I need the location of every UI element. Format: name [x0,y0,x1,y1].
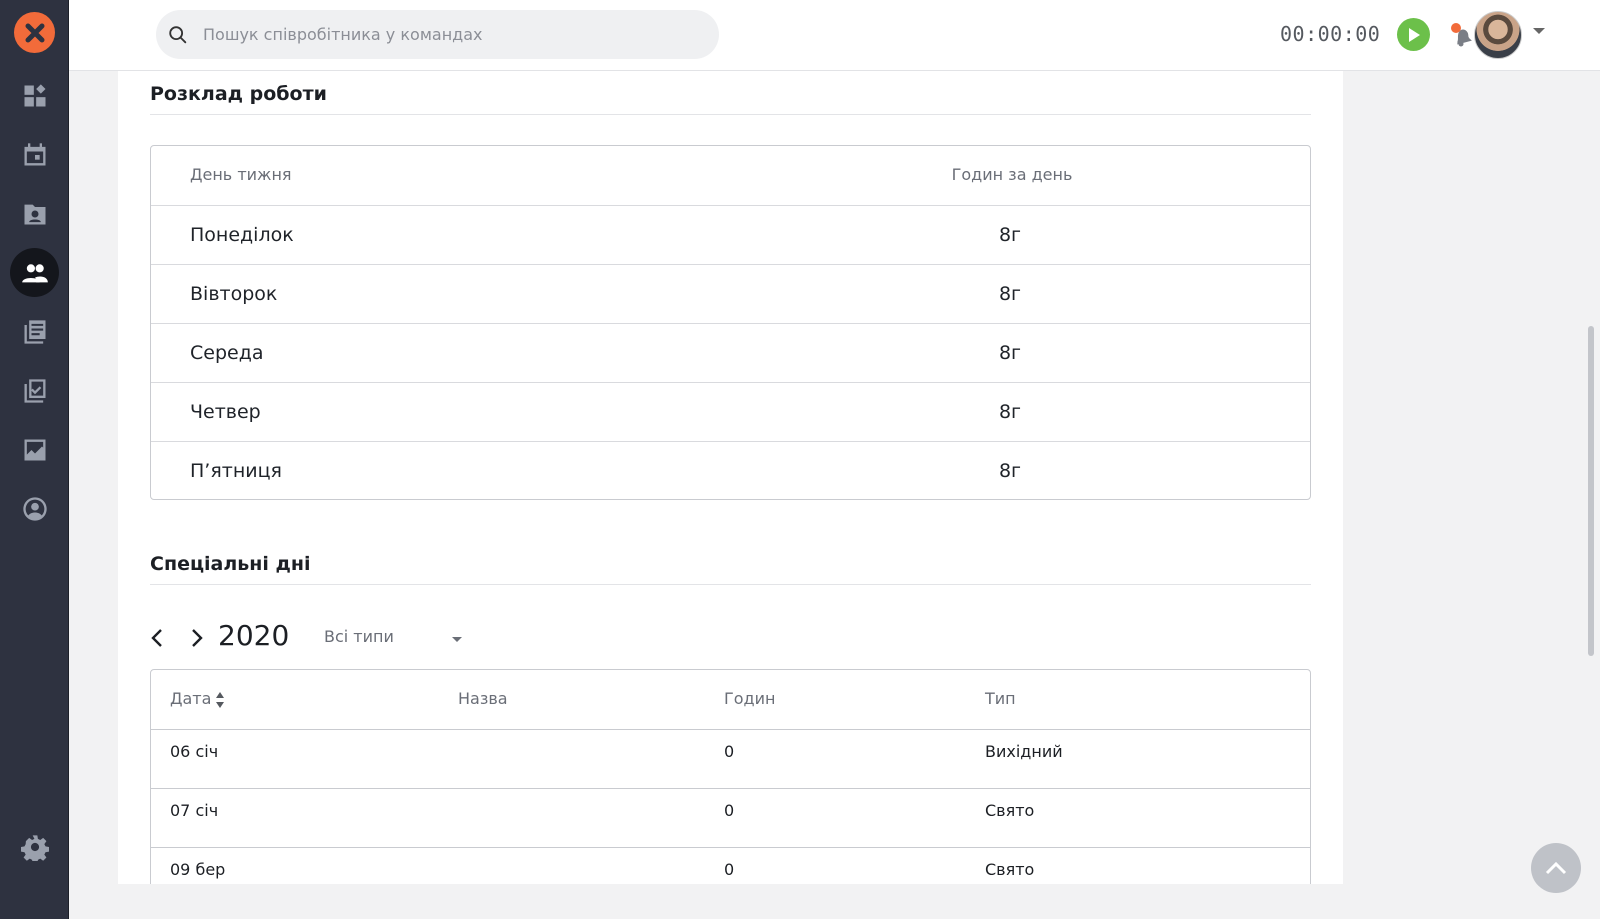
special-days-table: Дата Назва Годин Тип 06 січ 0 Вихідний 0… [150,669,1311,884]
date-cell: 09 бер [170,860,226,879]
settings-icon[interactable] [10,822,59,871]
schedule-table: День тижня Годин за день Понеділок 8г Ві… [150,145,1311,500]
back-to-top-button[interactable] [1531,843,1581,893]
hours-cell: 0 [724,801,735,820]
column-header-name: Назва [458,689,508,708]
hours-cell: 0 [724,860,735,879]
schedule-title: Розклад роботи [150,83,327,105]
search-icon [169,25,187,43]
dashboard-icon[interactable] [10,71,59,120]
day-cell: П’ятниця [190,460,282,482]
table-row: Четвер 8г [151,382,1310,441]
chevron-up-icon [1545,861,1567,875]
search-input[interactable] [203,25,683,44]
chevron-left-icon[interactable] [146,623,168,653]
column-header-hours: Годин за день [951,165,1073,184]
bell-icon[interactable] [1447,20,1477,50]
timer-display: 00:00:00 [1280,22,1381,46]
chevron-down-icon[interactable] [1533,28,1545,34]
table-header: День тижня Годин за день [151,146,1310,205]
calendar-icon[interactable] [10,130,59,179]
divider [150,584,1311,585]
day-cell: Четвер [190,401,261,423]
hours-cell: 0 [724,742,735,761]
chevron-right-icon[interactable] [186,623,208,653]
column-header-date[interactable]: Дата [170,670,211,728]
hours-cell: 8г [998,224,1022,246]
team-icon[interactable] [10,248,59,297]
table-row[interactable]: 09 бер 0 Свято [151,847,1310,884]
avatar[interactable] [1474,11,1522,59]
column-header-hours: Годин [724,689,776,708]
type-cell: Вихідний [985,742,1063,761]
hours-cell: 8г [998,401,1022,423]
play-icon [1408,27,1420,42]
hours-cell: 8г [998,460,1022,482]
table-row: Вівторок 8г [151,264,1310,323]
main-card: Розклад роботи День тижня Годин за день … [118,71,1343,884]
type-cell: Свято [985,860,1035,879]
tasks-icon[interactable] [10,366,59,415]
divider [150,114,1311,115]
caret-down-icon [452,637,462,642]
type-filter-value: Всі типи [324,627,394,646]
top-bar: 00:00:00 [69,0,1600,71]
documents-icon[interactable] [10,307,59,356]
profile-icon[interactable] [10,484,59,533]
column-header-type: Тип [985,689,1016,708]
year-label: 2020 [218,619,290,652]
column-header-day: День тижня [190,165,292,184]
hours-cell: 8г [998,283,1022,305]
type-cell: Свято [985,801,1035,820]
table-row[interactable]: 07 січ 0 Свято [151,788,1310,847]
table-row: П’ятниця 8г [151,441,1310,500]
reports-icon[interactable] [10,425,59,474]
table-row: Понеділок 8г [151,205,1310,264]
sidebar [0,0,69,919]
play-button[interactable] [1397,18,1430,51]
table-row[interactable]: 06 січ 0 Вихідний [151,729,1310,788]
scrollbar[interactable] [1588,326,1594,656]
date-cell: 06 січ [170,742,219,761]
day-cell: Понеділок [190,224,294,246]
type-filter-select[interactable]: Всі типи [324,627,466,651]
special-days-title: Спеціальні дні [150,553,311,575]
table-row: Середа 8г [151,323,1310,382]
contacts-icon[interactable] [10,189,59,238]
table-header: Дата Назва Годин Тип [151,670,1310,729]
hours-cell: 8г [998,342,1022,364]
logo-icon[interactable] [14,12,55,53]
day-cell: Середа [190,342,264,364]
day-cell: Вівторок [190,283,278,305]
date-cell: 07 січ [170,801,219,820]
sort-icon[interactable] [215,691,225,709]
search-bar[interactable] [156,10,719,59]
